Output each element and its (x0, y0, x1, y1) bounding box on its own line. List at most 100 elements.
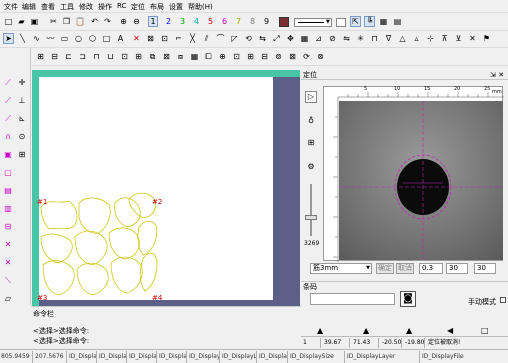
polar-icon[interactable]: ▤ (392, 16, 403, 27)
zoom-next-icon[interactable]: ⊚ (273, 51, 284, 62)
menu-locate[interactable]: 定位 (131, 2, 145, 12)
barcode-scan-icon[interactable]: ◙ (400, 291, 416, 307)
zoom-out-icon[interactable]: ⊖ (131, 16, 142, 27)
menu-file[interactable]: 文件 (4, 2, 18, 12)
menu-edit[interactable]: 编辑 (22, 2, 36, 12)
center-icon[interactable]: ⊡ (119, 51, 130, 62)
line-style-select[interactable]: ▼ (294, 18, 332, 27)
menu-view[interactable]: 查看 (41, 2, 55, 12)
snap-intersect-icon[interactable]: ⊾ (17, 114, 27, 124)
zoom-slider-thumb[interactable] (305, 215, 317, 220)
scale-icon[interactable]: ⤢ (271, 33, 282, 44)
delete-icon[interactable]: ✕ (131, 33, 142, 44)
manual-mode-checkbox[interactable] (500, 297, 506, 303)
open-folder-icon[interactable]: ▰ (16, 16, 27, 27)
color-swatch[interactable] (279, 17, 289, 27)
flag-icon[interactable]: ⚑ (481, 33, 492, 44)
circle-tool-icon[interactable]: ○ (73, 33, 84, 44)
extend-icon[interactable]: ⊡ (159, 33, 170, 44)
line-width-select[interactable] (336, 18, 346, 27)
snap-all-icon[interactable]: ✕ (3, 258, 13, 268)
camera-view[interactable] (339, 101, 503, 260)
layer-panel-icon[interactable]: ▱ (3, 294, 13, 304)
break-icon[interactable]: ⌐ (173, 33, 184, 44)
nest-icon[interactable]: ⊠ (161, 51, 172, 62)
snap-quad-icon[interactable]: ⟋ (3, 114, 13, 124)
snap-ext-icon[interactable]: ▢ (3, 168, 13, 178)
snap-cursor-icon[interactable]: ⇱ (350, 16, 361, 27)
snap-point-icon[interactable]: ⊹ (425, 33, 436, 44)
menu-layout[interactable]: 布局 (150, 2, 164, 12)
zoom-in-icon[interactable]: ⊕ (118, 16, 129, 27)
focus-icon[interactable]: ♁ (305, 116, 317, 128)
trim-icon[interactable]: ⊠ (145, 33, 156, 44)
redraw-icon[interactable]: ⟳ (301, 51, 312, 62)
move-icon[interactable]: ✥ (285, 33, 296, 44)
text-tool-icon[interactable]: A (115, 33, 126, 44)
menu-help[interactable]: 帮助(H) (188, 2, 213, 12)
lens-select[interactable]: 筋3mm ▼ (310, 263, 372, 274)
ungroup-icon[interactable]: ⊟ (49, 51, 60, 62)
layer-2-button[interactable]: 2 (163, 16, 174, 27)
square-tool-icon[interactable]: □ (101, 33, 112, 44)
divide-icon[interactable]: ⊘ (327, 33, 338, 44)
zoom-prev-icon[interactable]: ⊟ (259, 51, 270, 62)
snap-par-icon[interactable]: ▤ (3, 186, 13, 196)
exposure-input[interactable]: 0.3 (419, 263, 443, 274)
curve-tool-icon[interactable]: 〰 (45, 33, 56, 44)
align-top-icon[interactable]: ⊓ (91, 51, 102, 62)
offset-icon[interactable]: ⫽ (201, 33, 212, 44)
polyline-tool-icon[interactable]: ∿ (31, 33, 42, 44)
rectangle-tool-icon[interactable]: ▭ (59, 33, 70, 44)
crosshair-icon[interactable]: ⊞ (305, 138, 317, 150)
snap-mid-icon[interactable]: ⟋ (3, 96, 13, 106)
distribute-icon[interactable]: ⊞ (133, 51, 144, 62)
gain-input[interactable]: 30 (446, 263, 468, 274)
array-icon[interactable]: ▦ (299, 33, 310, 44)
pan-icon[interactable]: ⊠ (287, 51, 298, 62)
mirror-icon[interactable]: ⇆ (257, 33, 268, 44)
new-file-icon[interactable]: □ (3, 16, 14, 27)
grid-snap-icon[interactable]: ╚ (364, 16, 375, 27)
layer-7-button[interactable]: 7 (233, 16, 244, 27)
up-arrow-icon[interactable]: ▲ (317, 326, 323, 335)
menu-operate[interactable]: 操作 (98, 2, 112, 12)
menu-modify[interactable]: 修改 (79, 2, 93, 12)
align-icon[interactable]: ⊓ (369, 33, 380, 44)
zoom-window-icon[interactable]: ⊕ (217, 51, 228, 62)
cross-icon[interactable]: ✕ (467, 33, 478, 44)
menu-settings[interactable]: 设置 (169, 2, 183, 12)
stop-icon[interactable]: □ (481, 326, 489, 335)
ortho-icon[interactable]: ▦ (378, 16, 389, 27)
select-pointer-icon[interactable]: ➤ (3, 33, 14, 44)
join-icon[interactable]: ╳ (187, 33, 198, 44)
snap-center-icon[interactable]: ⊥ (17, 96, 27, 106)
dimension-icon[interactable]: ∇ (383, 33, 394, 44)
snap-end-icon[interactable]: ✛ (17, 78, 27, 88)
redo-icon[interactable]: ↷ (102, 16, 113, 27)
confirm-button[interactable]: 确定 (376, 263, 394, 274)
align-bottom-icon[interactable]: ⊔ (105, 51, 116, 62)
snap-near-icon[interactable]: ▣ (3, 150, 13, 160)
copy-icon[interactable]: ❐ (61, 16, 72, 27)
explode-icon[interactable]: ✳ (355, 33, 366, 44)
align-right-icon[interactable]: ⊐ (77, 51, 88, 62)
tile-icon[interactable]: ▦ (189, 51, 200, 62)
snap-grid-icon[interactable]: ⊞ (17, 150, 27, 160)
rotate-icon[interactable]: ⟲ (243, 33, 254, 44)
menu-tools[interactable]: 工具 (60, 2, 74, 12)
frame-icon[interactable]: ⧠ (203, 51, 214, 62)
layer-4-button[interactable]: 4 (191, 16, 202, 27)
snap-node-icon[interactable]: ⟋ (3, 78, 13, 88)
polygon-tool-icon[interactable]: ⬡ (87, 33, 98, 44)
line-tool-icon[interactable]: ╲ (17, 33, 28, 44)
zoom-fit-icon[interactable]: ⊡ (231, 51, 242, 62)
menu-rc[interactable]: RC (117, 2, 126, 10)
undo-icon[interactable]: ↶ (89, 16, 100, 27)
layer-1-button[interactable]: 1 (148, 16, 158, 27)
zoom-slider-track[interactable] (310, 184, 312, 236)
group-icon[interactable]: ⊞ (35, 51, 46, 62)
up-arrow-icon-3[interactable]: ▲ (406, 326, 412, 335)
cut-icon[interactable]: ✂ (48, 16, 59, 27)
fillet-icon[interactable]: ⌒ (215, 33, 226, 44)
